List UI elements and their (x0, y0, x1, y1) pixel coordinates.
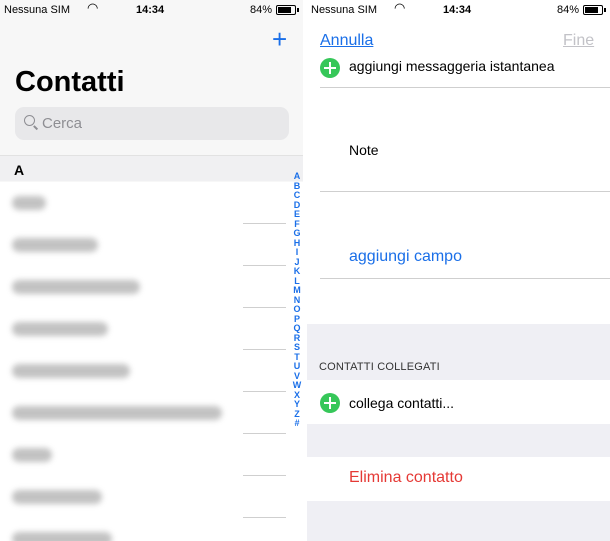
add-im-label: aggiungi messaggeria istantanea (349, 58, 555, 74)
contact-row[interactable] (0, 308, 303, 350)
battery-icon (276, 5, 299, 15)
add-green-icon[interactable] (320, 393, 340, 413)
add-field-row[interactable]: aggiungi campo (307, 192, 610, 279)
linked-contacts-header-label: CONTATTI COLLEGATI (319, 361, 440, 373)
link-contacts-label: collega contatti... (349, 395, 455, 411)
add-field-label: aggiungi campo (349, 248, 462, 265)
done-button[interactable]: Fine (563, 32, 594, 50)
add-im-row[interactable]: aggiungi messaggeria istantanea (307, 52, 610, 88)
alphabet-index-letter[interactable]: # (291, 418, 303, 429)
contact-row[interactable] (0, 224, 303, 266)
link-contacts-row[interactable]: collega contatti... (307, 380, 610, 424)
contact-row[interactable] (0, 392, 303, 434)
contact-row[interactable] (0, 434, 303, 476)
notes-field[interactable]: Note (307, 88, 610, 192)
battery-icon (583, 5, 606, 15)
contact-list (0, 182, 303, 541)
status-bar: Nessuna SIM ◠ 14:34 84% (0, 0, 303, 20)
add-green-icon[interactable] (320, 58, 340, 78)
search-icon (24, 115, 35, 126)
page-title: Contatti (15, 66, 125, 98)
status-bar: Nessuna SIM ◠ 14:34 84% (307, 0, 610, 20)
clock: 14:34 (136, 4, 165, 16)
delete-contact-label: Elimina contatto (349, 469, 463, 486)
battery-percent: 84% (250, 4, 273, 16)
battery-percent: 84% (557, 4, 580, 16)
search-placeholder: Cerca (42, 115, 83, 132)
cancel-button[interactable]: Annulla (320, 32, 373, 50)
contact-row[interactable] (0, 350, 303, 392)
add-contact-button[interactable]: + (272, 26, 287, 52)
contact-row[interactable] (0, 518, 303, 541)
clock: 14:34 (443, 4, 472, 16)
section-header: A (0, 155, 303, 181)
carrier-label: Nessuna SIM (4, 4, 71, 16)
search-input[interactable]: Cerca (15, 107, 289, 140)
delete-contact-button[interactable]: Elimina contatto (307, 457, 610, 501)
linked-contacts-header: CONTATTI COLLEGATI (307, 324, 610, 380)
wifi-icon: ◠ (394, 0, 406, 15)
section-letter: A (14, 162, 25, 178)
edit-contact-screen: Nessuna SIM ◠ 14:34 84% Annulla Fine agg… (307, 0, 610, 541)
wifi-icon: ◠ (87, 0, 99, 15)
contact-row[interactable] (0, 266, 303, 308)
contact-row[interactable] (0, 476, 303, 518)
contacts-list-screen: Nessuna SIM ◠ 14:34 84% + Contatti Cerca… (0, 0, 303, 541)
carrier-label: Nessuna SIM (311, 4, 378, 16)
contact-row[interactable] (0, 182, 303, 224)
notes-label: Note (349, 142, 379, 158)
alphabet-index[interactable]: A B C D E F G H I J K L M N O P Q R S T U V W X Y Z # (291, 171, 303, 429)
